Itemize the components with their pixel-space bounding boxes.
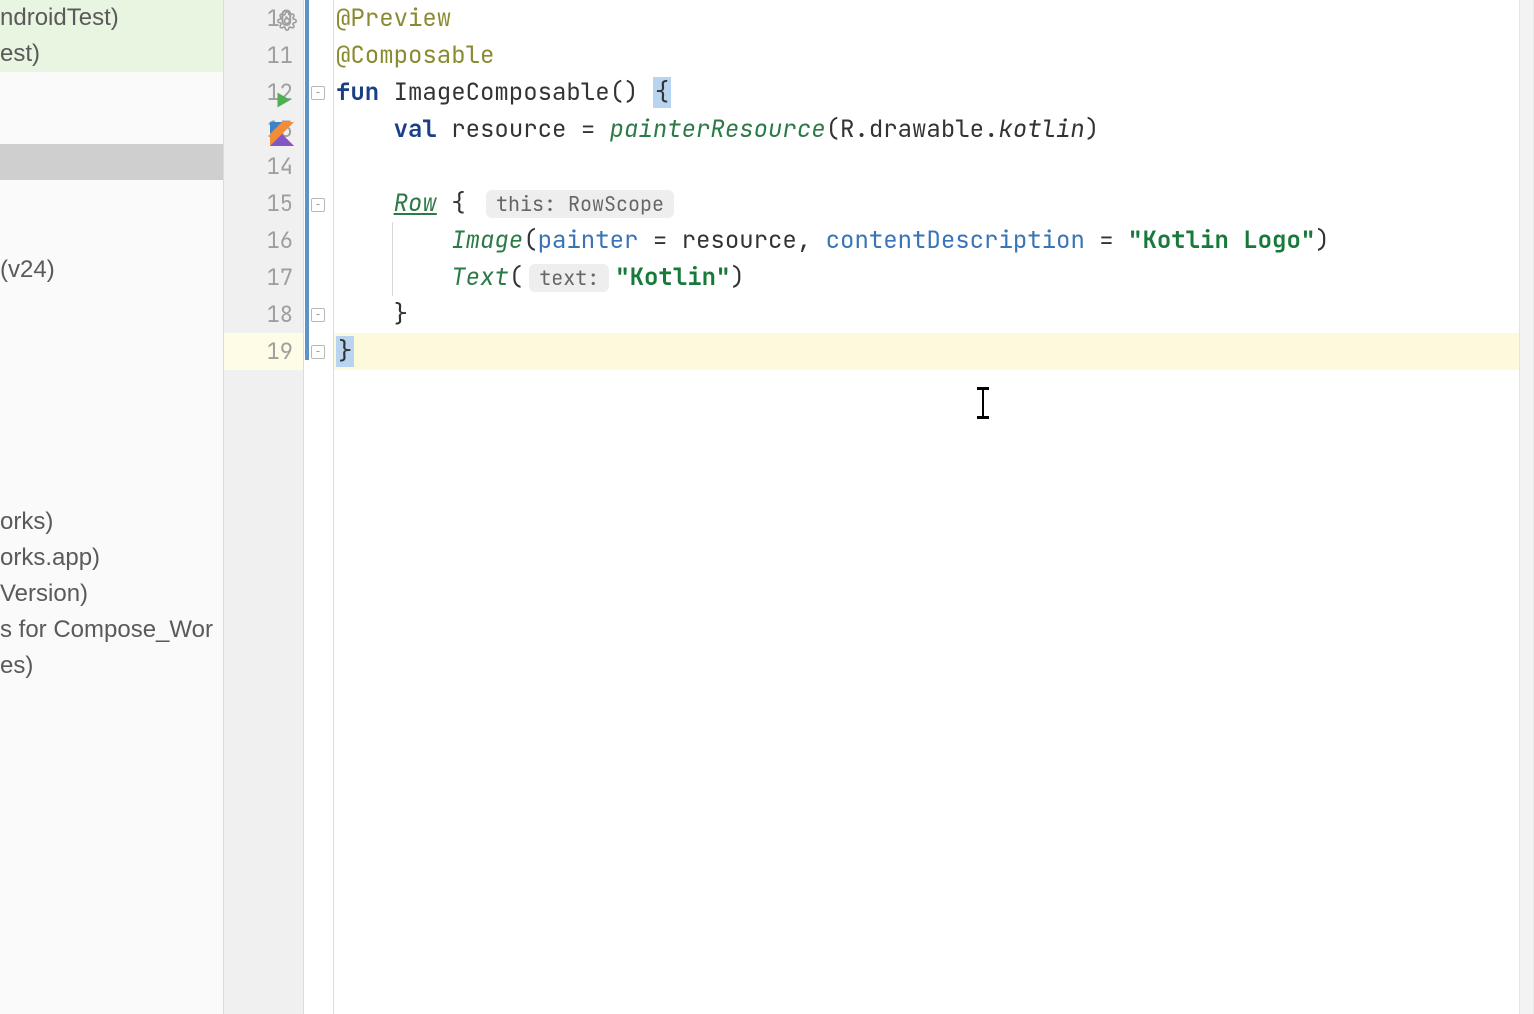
tree-item[interactable]: orks.app) [0,540,223,576]
tree-item[interactable]: s for Compose_Wor [0,612,223,648]
line-number[interactable]: 11 [224,37,303,74]
brace-match: } [336,336,354,367]
param-painter: painter [538,225,639,256]
tree-item[interactable] [0,360,223,396]
code-line[interactable]: Image(painter = resource, contentDescrip… [334,222,1533,259]
tree-item[interactable]: (v24) [0,252,223,288]
code-line[interactable]: val resource = painterResource(R.drawabl… [334,111,1533,148]
line-number[interactable]: 15 [224,185,303,222]
line-number[interactable]: 16 [224,222,303,259]
inlay-hint: text: [529,264,609,292]
tree-item-label: orks.app) [0,544,100,572]
indent-guide [392,222,393,296]
project-tree[interactable]: ndroidTest) est) (v24) orks) orks.app) V… [0,0,224,1014]
tree-item[interactable]: orks) [0,504,223,540]
fold-icon[interactable]: − [311,308,325,322]
change-marker [305,0,309,360]
fold-icon[interactable]: − [311,345,325,359]
tree-item-label: (v24) [0,256,55,284]
tree-item[interactable] [0,468,223,504]
gear-icon[interactable] [277,8,297,39]
tree-item[interactable] [0,108,223,144]
code-line[interactable]: @Preview [334,0,1533,37]
code-editor[interactable]: @Preview @Composable fun ImageComposable… [334,0,1534,1014]
tree-item-label: orks) [0,508,53,536]
tree-item-label: est) [0,40,40,68]
line-number[interactable]: 17 [224,259,303,296]
scrollbar-vertical[interactable] [1519,0,1533,1014]
tree-item-label: es) [0,652,33,680]
string-literal: "Kotlin Logo" [1128,225,1315,256]
resource-name: kotlin [998,114,1084,145]
annotation: @Preview [336,3,451,34]
code-line[interactable]: @Composable [334,37,1533,74]
kotlin-icon[interactable] [270,122,294,154]
tree-item[interactable] [0,72,223,108]
tree-item[interactable] [0,180,223,216]
annotation: @Composable [336,40,494,71]
tree-item[interactable] [0,324,223,360]
code-line[interactable]: } [334,296,1533,333]
resource-path: R.drawable. [840,114,998,145]
identifier: resource [451,114,566,145]
code-line[interactable]: Text(text:"Kotlin") [334,259,1533,296]
param-contentdescription: contentDescription [826,225,1085,256]
string-literal: "Kotlin" [615,262,730,293]
tree-item[interactable] [0,288,223,324]
tree-item[interactable]: Version) [0,576,223,612]
tree-item-label: s for Compose_Wor [0,616,213,644]
call-text: Text [451,262,509,293]
gutter[interactable]: 10 11 12 13 14 15 16 17 18 19 [224,0,304,1014]
tree-item-label: Version) [0,580,88,608]
tree-item-label: ndroidTest) [0,4,119,32]
tree-item[interactable] [0,216,223,252]
editor-window: ndroidTest) est) (v24) orks) orks.app) V… [0,0,1534,1014]
fold-strip[interactable]: − − − − [304,0,334,1014]
run-icon[interactable] [272,88,294,119]
call-painterresource: painterResource [610,114,826,145]
code-line-current[interactable]: } [334,333,1533,370]
tree-item[interactable]: ndroidTest) [0,0,223,36]
code-line[interactable] [334,148,1533,185]
line-number-current[interactable]: 19 [224,333,303,370]
code-line[interactable]: fun ImageComposable() { [334,74,1533,111]
text-caret-icon [982,390,984,416]
keyword-fun: fun [336,77,379,108]
line-number[interactable]: 18 [224,296,303,333]
identifier: resource [682,225,797,256]
fold-icon[interactable]: − [311,198,325,212]
tree-item[interactable] [0,396,223,432]
code-line[interactable]: Row { this: RowScope [334,185,1533,222]
tree-item[interactable]: est) [0,36,223,72]
tree-item-selected[interactable] [0,144,223,180]
brace-match: { [653,77,671,108]
tree-item[interactable] [0,432,223,468]
function-name: ImageComposable [394,77,610,108]
fold-icon[interactable]: − [311,86,325,100]
call-image: Image [451,225,523,256]
inlay-hint: this: RowScope [486,190,674,218]
keyword-val: val [394,114,437,145]
tree-item[interactable]: es) [0,648,223,684]
call-row: Row [394,188,437,219]
